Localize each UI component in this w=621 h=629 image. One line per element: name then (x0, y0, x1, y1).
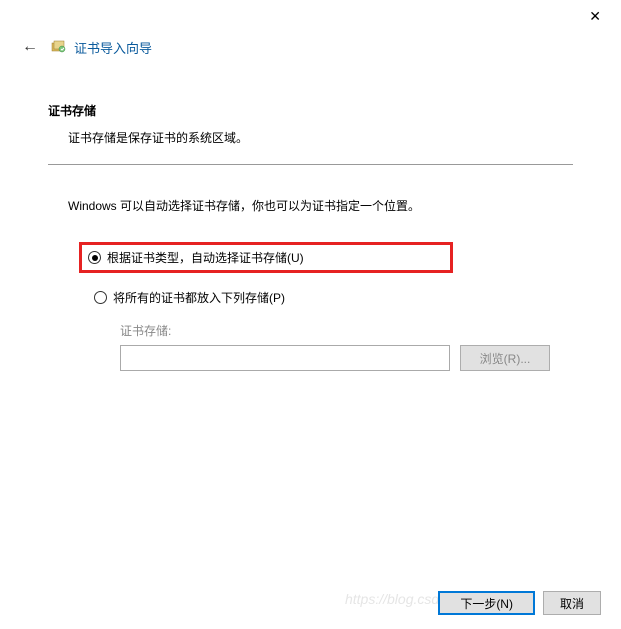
store-row: 浏览(R)... (120, 345, 573, 371)
radio-group: 根据证书类型，自动选择证书存储(U) 将所有的证书都放入下列存储(P) (48, 242, 573, 310)
store-label: 证书存储: (120, 322, 573, 339)
store-input[interactable] (120, 345, 450, 371)
section-title: 证书存储 (48, 102, 573, 119)
content-area: 证书存储 证书存储是保存证书的系统区域。 Windows 可以自动选择证书存储，… (0, 62, 621, 371)
next-button[interactable]: 下一步(N) (438, 591, 535, 615)
radio-manual-select[interactable]: 将所有的证书都放入下列存储(P) (88, 285, 573, 310)
close-icon[interactable]: ✕ (581, 4, 609, 29)
certificate-store-block: 证书存储: 浏览(R)... (48, 322, 573, 371)
radio-auto-select[interactable]: 根据证书类型，自动选择证书存储(U) (79, 242, 453, 273)
section-description: 证书存储是保存证书的系统区域。 (48, 129, 573, 146)
back-arrow-icon[interactable]: ← (18, 36, 42, 58)
browse-button[interactable]: 浏览(R)... (460, 345, 550, 371)
radio-icon (94, 291, 107, 304)
divider (48, 164, 573, 165)
footer-buttons: 下一步(N) 取消 (438, 591, 601, 615)
radio-icon (88, 251, 101, 264)
title-bar: ✕ (0, 0, 621, 32)
instruction-text: Windows 可以自动选择证书存储，你也可以为证书指定一个位置。 (48, 197, 573, 214)
wizard-header: ← 证书导入向导 (0, 32, 621, 62)
wizard-title: 证书导入向导 (74, 38, 152, 57)
radio-auto-label: 根据证书类型，自动选择证书存储(U) (107, 249, 304, 266)
cancel-button[interactable]: 取消 (543, 591, 601, 615)
wizard-icon (50, 39, 66, 55)
radio-manual-label: 将所有的证书都放入下列存储(P) (113, 289, 285, 306)
